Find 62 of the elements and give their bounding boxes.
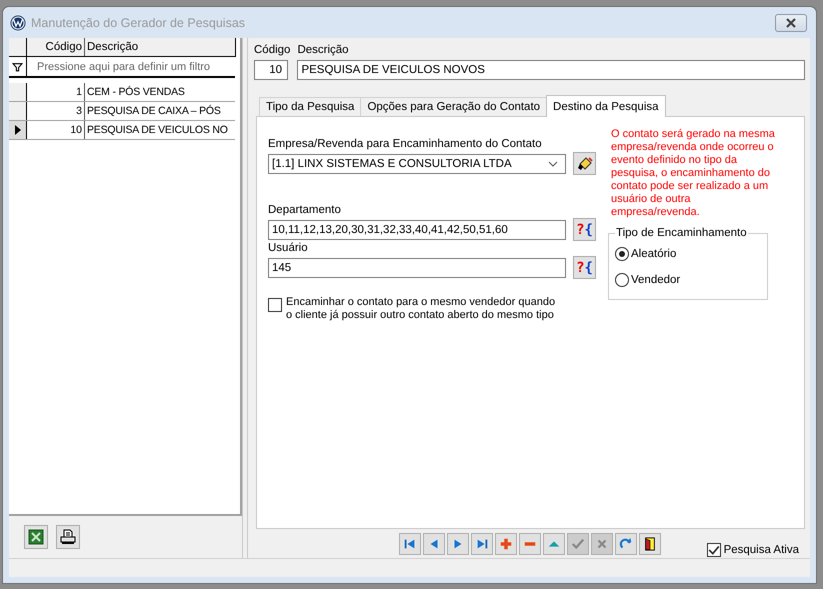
checkbox[interactable] xyxy=(268,298,282,312)
table-cell: 3 xyxy=(27,102,85,120)
grid-row[interactable]: 1 CEM - PÓS VENDAS xyxy=(9,83,235,102)
grid-row[interactable]: 3 PESQUISA DE CAIXA – PÓS xyxy=(9,102,235,121)
close-button[interactable] xyxy=(775,14,807,32)
add-button[interactable] xyxy=(495,532,517,554)
last-icon xyxy=(475,536,489,550)
window-title: Manutenção do Gerador de Pesquisas xyxy=(31,16,246,30)
table-cell-text: CEM - PÓS VENDAS xyxy=(86,84,186,100)
clear-button[interactable] xyxy=(573,152,596,175)
confirm-icon xyxy=(571,536,585,550)
first-record-button[interactable] xyxy=(399,532,421,554)
table-cell: 1 xyxy=(27,83,85,101)
field-label: Código xyxy=(254,43,290,58)
field-label: Departamento xyxy=(268,203,342,218)
close-icon xyxy=(785,18,797,28)
company-dropdown[interactable]: [1.1] LINX SISTEMAS E CONSULTORIA LTDA xyxy=(268,154,566,174)
print-button[interactable] xyxy=(56,525,80,549)
radio-option[interactable]: Vendedor xyxy=(615,267,761,293)
radio-button[interactable] xyxy=(615,247,629,261)
checkbox-label: Encaminhar o contato para o mesmo vendedor quando o cliente já possuir outro contato aberto do mesmo tipo xyxy=(286,296,556,322)
lookup-button[interactable]: ?{ xyxy=(573,256,596,279)
next-record-button[interactable] xyxy=(447,532,469,554)
field-label: Usuário xyxy=(268,241,309,256)
logo-icon xyxy=(10,14,26,30)
table-cell-text: PESQUISA DE VEICULOS NO xyxy=(86,123,229,138)
cancel-icon xyxy=(595,536,609,550)
eraser-icon xyxy=(576,156,592,172)
table-cell-text: PESQUISA DE CAIXA – PÓS xyxy=(86,104,222,119)
refresh-icon xyxy=(619,536,633,550)
first-icon xyxy=(403,536,417,550)
delete-button[interactable] xyxy=(519,532,541,554)
add-icon xyxy=(499,536,513,550)
refresh-button[interactable] xyxy=(615,532,637,554)
exit-icon xyxy=(643,536,657,550)
department-field[interactable]: 10,11,12,13,20,30,31,32,33,40,41,42,50,51,60 xyxy=(268,220,566,240)
excel-export-button[interactable] xyxy=(24,525,48,549)
printer-icon xyxy=(60,529,76,545)
user-field[interactable]: 145 xyxy=(268,258,566,278)
field-label: Empresa/Revenda para Encaminhamento do Contato xyxy=(268,137,543,152)
table-cell: 10 xyxy=(27,121,85,139)
field-label: Descrição xyxy=(297,43,350,58)
info-note: O contato será gerado na mesma empresa/revenda onde ocorreu o evento definido no tipo da pesquisa, o encaminhamento do contato pode ser realizado a um usuário de outra empresa/revenda. xyxy=(611,128,776,219)
checkbox[interactable] xyxy=(706,542,721,556)
exit-button[interactable] xyxy=(639,532,661,554)
tab[interactable]: Destino da Pesquisa xyxy=(546,95,666,117)
last-record-button[interactable] xyxy=(471,532,493,554)
lookup-button[interactable]: ?{ xyxy=(573,218,596,241)
group-title: Tipo de Encaminhamento xyxy=(615,227,748,239)
chevron-down-icon xyxy=(548,160,558,166)
column-header[interactable]: Descrição xyxy=(85,38,235,56)
tab[interactable]: Tipo da Pesquisa xyxy=(259,97,362,116)
column-header[interactable]: Código xyxy=(27,38,85,56)
description-field[interactable]: PESQUISA DE VEICULOS NOVOS xyxy=(297,60,805,80)
radio-button[interactable] xyxy=(615,273,629,287)
grid-row[interactable]: 10 PESQUISA DE VEICULOS NO xyxy=(9,121,235,140)
radio-option[interactable]: Aleatório xyxy=(615,241,761,267)
checkbox-label: Pesquisa Ativa xyxy=(724,544,799,556)
previous-record-button[interactable] xyxy=(423,532,445,554)
spreadsheet-icon xyxy=(28,529,44,545)
filter-row[interactable]: Pressione aqui para definir um filtro xyxy=(27,57,210,76)
code-field[interactable]: 10 xyxy=(254,60,288,80)
